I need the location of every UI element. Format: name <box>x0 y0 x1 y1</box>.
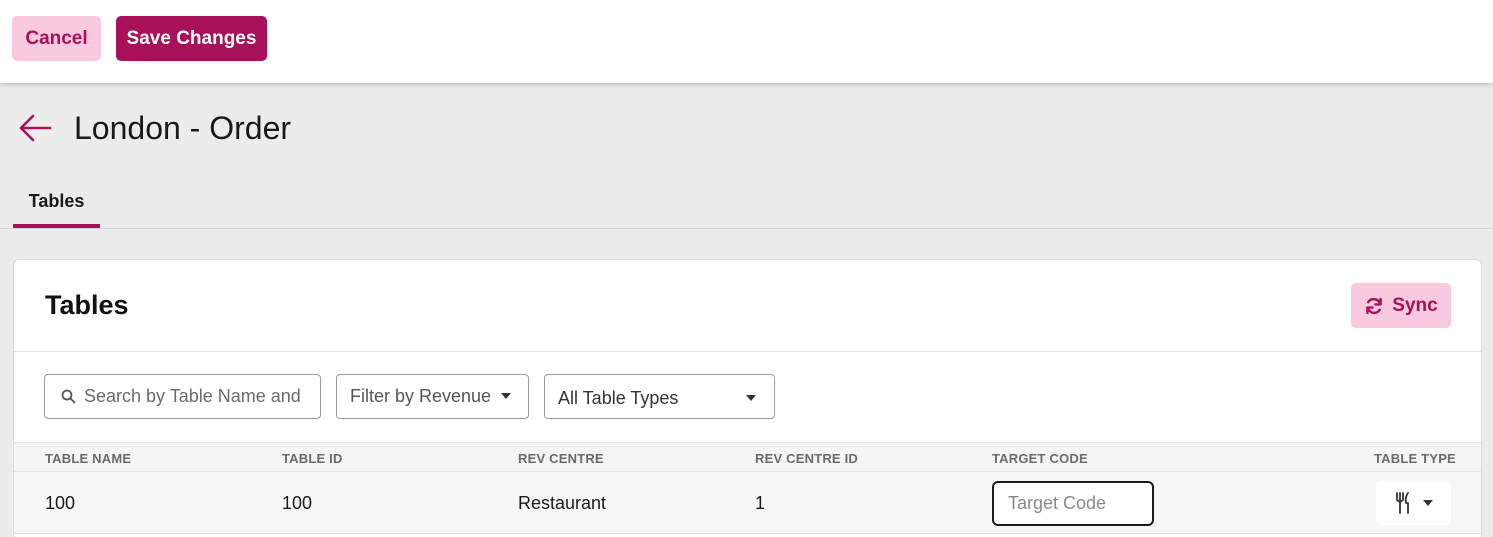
fork-knife-icon <box>1395 492 1409 514</box>
card-divider <box>14 351 1481 352</box>
column-header-table-type[interactable]: TABLE TYPE <box>1374 451 1456 466</box>
search-input[interactable] <box>84 386 309 407</box>
column-header-table-name[interactable]: TABLE NAME <box>45 451 131 466</box>
column-header-rev-centre[interactable]: REV CENTRE <box>518 451 604 466</box>
caret-down-icon <box>501 393 511 399</box>
refresh-icon <box>1366 297 1383 314</box>
table-row: 100 100 Restaurant 1 <box>14 472 1481 534</box>
top-toolbar: Cancel Save Changes <box>0 0 1493 83</box>
cell-table-id: 100 <box>282 493 313 513</box>
revenue-filter-dropdown[interactable]: Filter by Revenue <box>336 374 529 419</box>
target-code-input[interactable] <box>992 481 1154 526</box>
sync-label: Sync <box>1392 294 1438 316</box>
revenue-filter-label: Filter by Revenue <box>350 386 492 406</box>
cell-rev-centre: Restaurant <box>518 493 607 513</box>
table-header: TABLE NAME TABLE ID REV CENTRE REV CENTR… <box>14 442 1481 472</box>
card-title: Tables <box>45 290 129 320</box>
table-type-filter-value: All Table Types <box>558 388 679 408</box>
caret-down-icon <box>1422 500 1433 506</box>
column-header-rev-centre-id[interactable]: REV CENTRE ID <box>755 451 858 466</box>
arrow-left-icon[interactable] <box>18 110 54 146</box>
column-header-target-code[interactable]: TARGET CODE <box>992 451 1088 466</box>
page-title: London - Order <box>74 110 292 146</box>
table-type-filter-dropdown[interactable]: All Table Types <box>544 374 775 419</box>
table-type-dropdown[interactable] <box>1376 481 1451 525</box>
cell-table-name: 100 <box>45 493 76 513</box>
search-field[interactable] <box>44 374 321 419</box>
cancel-button[interactable]: Cancel <box>12 16 101 61</box>
caret-down-icon <box>746 395 756 401</box>
column-header-table-id[interactable]: TABLE ID <box>282 451 343 466</box>
search-icon <box>61 389 76 404</box>
tab-divider <box>0 228 1493 229</box>
tables-card: Tables Sync Filter by Revenue All Table … <box>13 259 1482 537</box>
sync-button[interactable]: Sync <box>1351 283 1451 328</box>
save-changes-button[interactable]: Save Changes <box>116 16 267 61</box>
cell-rev-centre-id: 1 <box>755 493 766 513</box>
tab-tables[interactable]: Tables <box>13 180 100 228</box>
